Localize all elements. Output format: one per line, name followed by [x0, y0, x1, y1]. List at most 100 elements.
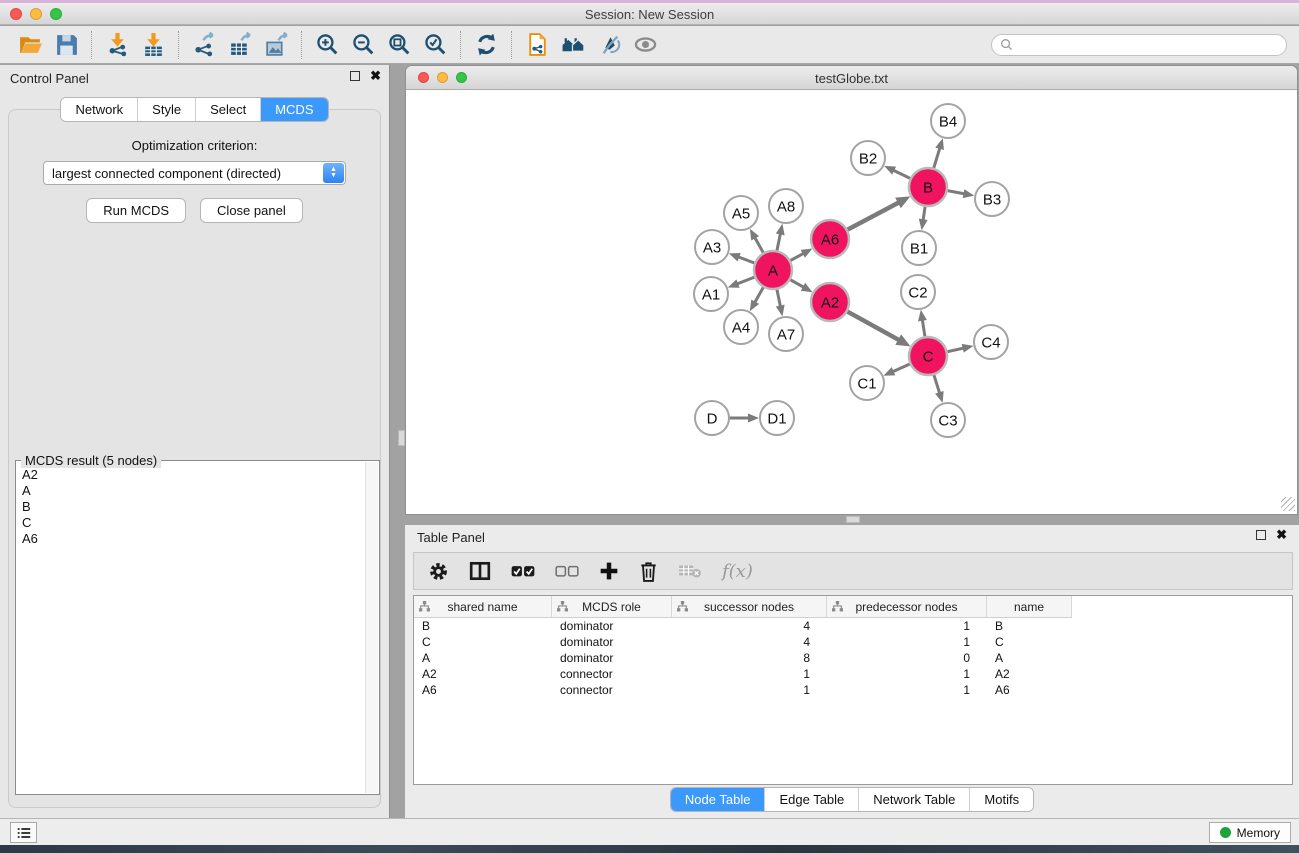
- frame-resize-grip[interactable]: [1281, 497, 1295, 511]
- network-canvas[interactable]: B4B2BB3A8A5A6B1A3AC2A1A2A4A7C4CC1DD1C3: [406, 90, 1297, 513]
- table-cell[interactable]: C: [414, 634, 552, 650]
- mcds-result-item[interactable]: A6: [22, 531, 358, 547]
- graph-edge-C-C1[interactable]: [892, 363, 913, 372]
- graph-node-A4[interactable]: A4: [724, 310, 758, 344]
- pen-slash-icon[interactable]: [591, 30, 627, 60]
- import-table-icon[interactable]: [135, 30, 171, 60]
- table-cell[interactable]: 1: [827, 618, 987, 634]
- apply-layout-icon[interactable]: [468, 30, 504, 60]
- graph-node-C3[interactable]: C3: [931, 403, 965, 437]
- table-cell[interactable]: C: [987, 634, 1072, 650]
- graph-edge-A6-B[interactable]: [845, 202, 900, 231]
- graph-node-C[interactable]: C: [909, 337, 947, 375]
- table-row[interactable]: A2connector11A2: [414, 666, 1292, 682]
- split-divider-handle[interactable]: [398, 430, 405, 446]
- table-cell[interactable]: 1: [827, 682, 987, 698]
- table-cell[interactable]: 1: [672, 682, 827, 698]
- table-cell[interactable]: A: [414, 650, 552, 666]
- search-input[interactable]: [1018, 38, 1278, 52]
- memory-button[interactable]: Memory: [1209, 822, 1291, 843]
- table-cell[interactable]: dominator: [552, 650, 672, 666]
- graph-node-B4[interactable]: B4: [931, 104, 965, 138]
- export-network-icon[interactable]: [186, 30, 222, 60]
- mcds-result-item[interactable]: B: [22, 499, 358, 515]
- graph-node-C2[interactable]: C2: [901, 275, 935, 309]
- add-column-icon[interactable]: [599, 561, 619, 581]
- table-cell[interactable]: 1: [672, 666, 827, 682]
- graph-node-A1[interactable]: A1: [694, 277, 728, 311]
- tab-style[interactable]: Style: [137, 98, 195, 121]
- export-image-icon[interactable]: [258, 30, 294, 60]
- float-table-panel-icon[interactable]: [1256, 530, 1266, 540]
- graph-edge-A2-C[interactable]: [845, 310, 900, 340]
- checked-checkboxes-icon[interactable]: [511, 565, 535, 578]
- tab-motifs[interactable]: Motifs: [969, 788, 1033, 811]
- graph-node-C1[interactable]: C1: [850, 366, 884, 400]
- tab-edge-table[interactable]: Edge Table: [764, 788, 858, 811]
- graph-node-A6[interactable]: A6: [811, 220, 849, 258]
- graph-node-A7[interactable]: A7: [769, 317, 803, 351]
- tab-node-table[interactable]: Node Table: [671, 788, 765, 811]
- graph-node-B2[interactable]: B2: [851, 141, 885, 175]
- table-cell[interactable]: B: [414, 618, 552, 634]
- table-cell[interactable]: 4: [672, 618, 827, 634]
- eye-icon[interactable]: [627, 30, 663, 60]
- split-columns-icon[interactable]: [469, 561, 491, 581]
- criterion-dropdown[interactable]: largest connected component (directed) ▲…: [43, 161, 346, 185]
- table-cell[interactable]: dominator: [552, 634, 672, 650]
- task-history-button[interactable]: [10, 822, 37, 843]
- run-mcds-button[interactable]: Run MCDS: [86, 198, 186, 223]
- graph-node-A3[interactable]: A3: [695, 230, 729, 264]
- graph-node-D1[interactable]: D1: [760, 401, 794, 435]
- save-session-icon[interactable]: [48, 30, 84, 60]
- graph-node-B[interactable]: B: [909, 168, 947, 206]
- zoom-selected-icon[interactable]: [417, 30, 453, 60]
- zoom-in-icon[interactable]: [309, 30, 345, 60]
- table-row[interactable]: Adominator80A: [414, 650, 1292, 666]
- zoom-out-icon[interactable]: [345, 30, 381, 60]
- graph-node-A8[interactable]: A8: [769, 189, 803, 223]
- graph-edge-A-A1[interactable]: [736, 276, 757, 284]
- table-cell[interactable]: 1: [827, 666, 987, 682]
- column-header-name[interactable]: name: [987, 596, 1072, 618]
- graph-node-A2[interactable]: A2: [811, 283, 849, 321]
- mcds-result-item[interactable]: A2: [22, 467, 358, 483]
- column-header-predecessor-nodes[interactable]: predecessor nodes: [827, 596, 987, 618]
- table-cell[interactable]: connector: [552, 682, 672, 698]
- table-cell[interactable]: 4: [672, 634, 827, 650]
- table-cell[interactable]: B: [987, 618, 1072, 634]
- delete-table-icon[interactable]: [678, 563, 702, 579]
- close-panel-icon[interactable]: ✖: [370, 71, 381, 81]
- tab-network[interactable]: Network: [61, 98, 137, 121]
- close-panel-button[interactable]: Close panel: [200, 198, 303, 223]
- table-row[interactable]: Cdominator41C: [414, 634, 1292, 650]
- homes-icon[interactable]: [555, 30, 591, 60]
- mcds-result-list[interactable]: A2ABCA6: [16, 465, 364, 792]
- mcds-result-item[interactable]: A: [22, 483, 358, 499]
- split-divider-handle[interactable]: [846, 516, 860, 523]
- unchecked-checkboxes-icon[interactable]: [555, 565, 579, 578]
- tab-select[interactable]: Select: [195, 98, 260, 121]
- table-row[interactable]: A6connector11A6: [414, 682, 1292, 698]
- graph-node-C4[interactable]: C4: [974, 325, 1008, 359]
- table-cell[interactable]: A6: [414, 682, 552, 698]
- table-cell[interactable]: A2: [987, 666, 1072, 682]
- table-cell[interactable]: A6: [987, 682, 1072, 698]
- trash-icon[interactable]: [639, 561, 658, 582]
- table-cell[interactable]: connector: [552, 666, 672, 682]
- tab-network-table[interactable]: Network Table: [858, 788, 969, 811]
- table-cell[interactable]: A: [987, 650, 1072, 666]
- graph-edge-B-B4[interactable]: [933, 147, 940, 171]
- column-header-successor-nodes[interactable]: successor nodes: [672, 596, 827, 618]
- mcds-result-item[interactable]: C: [22, 515, 358, 531]
- graph-node-A[interactable]: A: [754, 251, 792, 289]
- search-field[interactable]: [991, 34, 1287, 56]
- column-header-mcds-role[interactable]: MCDS role: [552, 596, 672, 618]
- column-header-shared-name[interactable]: shared name: [414, 596, 552, 618]
- table-row[interactable]: Bdominator41B: [414, 618, 1292, 634]
- table-cell[interactable]: A2: [414, 666, 552, 682]
- open-file-icon[interactable]: [12, 30, 48, 60]
- close-table-panel-icon[interactable]: ✖: [1276, 530, 1287, 540]
- graph-edge-B-B2[interactable]: [892, 170, 912, 180]
- zoom-fit-icon[interactable]: [381, 30, 417, 60]
